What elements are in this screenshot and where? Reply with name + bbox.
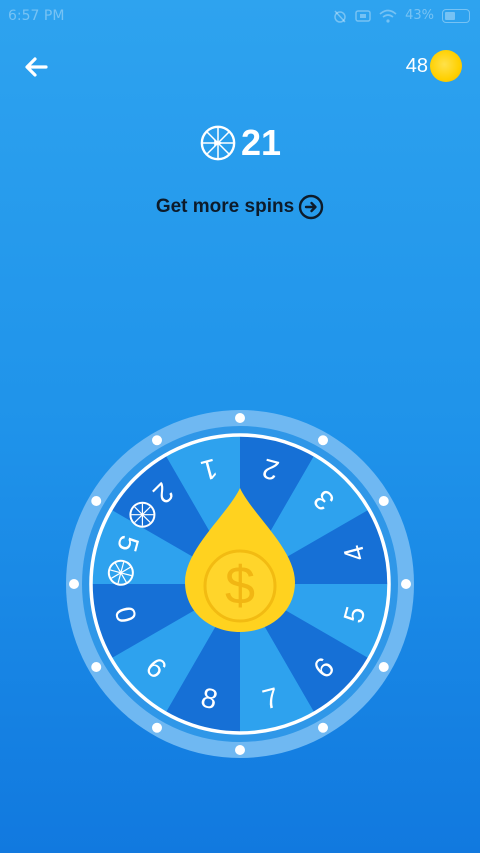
wheel-rim-dot — [91, 496, 102, 506]
wheel-rim-dot — [318, 435, 328, 446]
wheel-rim-dot — [91, 662, 102, 672]
wheel-rim-dot — [378, 662, 389, 672]
wheel-rim-dot — [401, 579, 411, 589]
wheel-rim-dot — [152, 722, 162, 733]
wheel-rim-dot — [378, 496, 389, 506]
wheel-rim-dot — [69, 579, 79, 589]
wheel-rim-dot — [318, 722, 328, 733]
wheel-rim-dot — [235, 413, 245, 423]
spin-wheel[interactable]: 234567860521 $ — [0, 0, 480, 853]
wheel-rim-dot — [235, 745, 245, 755]
dollar-icon: $ — [225, 556, 255, 616]
wheel-rim-dot — [152, 435, 162, 446]
